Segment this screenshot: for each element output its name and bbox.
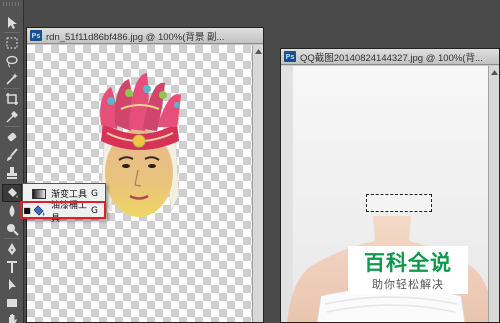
watermark-subtitle: 助你轻松解决 bbox=[372, 278, 444, 291]
menu-item-shortcut: G bbox=[91, 188, 98, 199]
left-document-title: rdn_51f11d86bf486.jpg @ 100%(背景 副... bbox=[46, 31, 225, 43]
move-tool-icon[interactable] bbox=[2, 14, 22, 32]
scroll-up-icon[interactable] bbox=[255, 48, 262, 55]
type-tool-icon[interactable] bbox=[2, 258, 22, 276]
hand-tool-icon[interactable] bbox=[2, 310, 22, 323]
toolbox-panel bbox=[0, 0, 24, 323]
watermark-logo: 百科全说 助你轻松解决 bbox=[348, 246, 468, 294]
scroll-up-icon[interactable] bbox=[491, 69, 498, 76]
selection-marquee bbox=[366, 194, 432, 212]
pen-tool-icon[interactable] bbox=[2, 240, 22, 258]
path-selection-icon[interactable] bbox=[2, 276, 22, 294]
lasso-tool-icon[interactable] bbox=[2, 52, 22, 70]
photoshop-icon: Ps bbox=[284, 51, 296, 62]
photoshop-icon: Ps bbox=[30, 30, 42, 41]
right-document-titlebar[interactable]: Ps QQ截图20140824144327.jpg @ 100%(背... bbox=[281, 49, 499, 65]
toolbox-grip[interactable] bbox=[3, 2, 21, 6]
left-vertical-scrollbar[interactable] bbox=[252, 45, 263, 322]
clone-stamp-icon[interactable] bbox=[2, 164, 22, 182]
watermark-title: 百科全说 bbox=[364, 251, 452, 275]
right-document-title: QQ截图20140824144327.jpg @ 100%(背... bbox=[300, 52, 483, 64]
eyedropper-icon[interactable] bbox=[2, 108, 22, 126]
magic-wand-icon[interactable] bbox=[2, 70, 22, 88]
highlight-annotation-box bbox=[20, 201, 106, 219]
blur-tool-icon[interactable] bbox=[2, 202, 22, 220]
left-document-window[interactable]: Ps rdn_51f11d86bf486.jpg @ 100%(背景 副... bbox=[26, 27, 264, 323]
left-document-titlebar[interactable]: Ps rdn_51f11d86bf486.jpg @ 100%(背景 副... bbox=[27, 28, 263, 44]
brush-tool-icon[interactable] bbox=[2, 146, 22, 164]
gradient-icon bbox=[31, 188, 47, 200]
crop-tool-icon[interactable] bbox=[2, 90, 22, 108]
marquee-tool-icon[interactable] bbox=[2, 34, 22, 52]
healing-brush-icon[interactable] bbox=[2, 128, 22, 146]
right-vertical-scrollbar[interactable] bbox=[488, 66, 499, 322]
paint-bucket-tool-icon[interactable] bbox=[2, 184, 22, 202]
dodge-tool-icon[interactable] bbox=[2, 220, 22, 238]
